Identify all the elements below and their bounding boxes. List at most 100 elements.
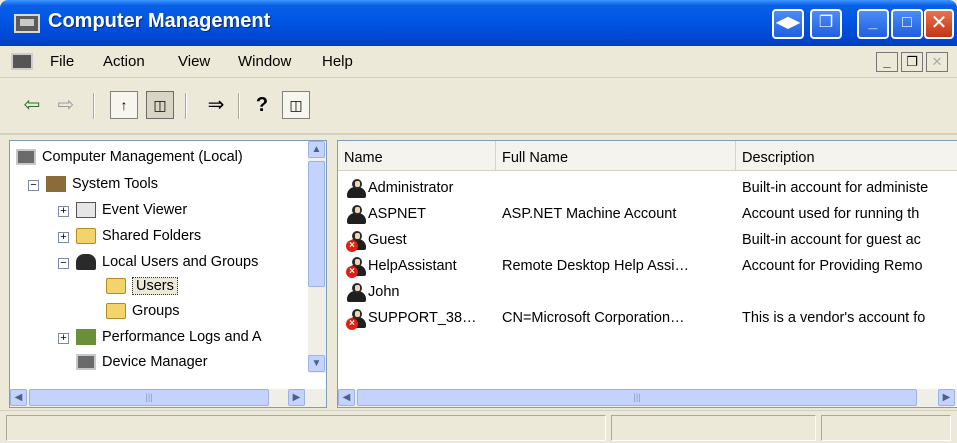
disabled-user-icon: × <box>346 309 366 330</box>
mdi-minimize-button[interactable]: _ <box>876 52 898 72</box>
menu-help[interactable]: Help <box>322 53 353 70</box>
up-one-level-icon[interactable]: ↑ <box>110 91 138 119</box>
cell-description: Built-in account for administe <box>742 180 929 196</box>
cell-name: SUPPORT_38… <box>368 310 477 326</box>
cell-name: Administrator <box>368 180 454 196</box>
show-hide-action-pane-icon[interactable]: ◫ <box>282 91 310 119</box>
window-title: Computer Management <box>48 10 271 32</box>
console-tree[interactable]: Computer Management (Local) − System Too… <box>9 140 327 408</box>
scroll-up-button[interactable]: ▲ <box>308 141 325 158</box>
list-header: Name Full Name Description <box>338 141 957 171</box>
mdi-close-button[interactable]: ✕ <box>926 52 948 72</box>
scroll-thumb[interactable] <box>308 161 325 287</box>
column-header-name[interactable]: Name <box>338 141 496 171</box>
status-bar <box>0 410 957 443</box>
tree-item-system-tools[interactable]: System Tools <box>46 172 158 196</box>
console-icon[interactable] <box>11 53 33 70</box>
tree-item-users[interactable]: Users <box>106 274 178 298</box>
scroll-left-button[interactable]: ◀ <box>10 389 27 406</box>
users-group-icon <box>76 254 96 271</box>
scroll-left-button[interactable]: ◀ <box>338 389 355 406</box>
cell-name: Guest <box>368 232 407 248</box>
maximize-button[interactable]: □ <box>891 9 923 39</box>
menu-bar: File Action View Window Help _ ❐ ✕ <box>0 46 957 78</box>
show-hide-tree-icon[interactable]: ◫ <box>146 91 174 119</box>
status-panel <box>821 415 951 441</box>
expand-shared-folders[interactable]: + <box>58 232 69 243</box>
tree-item-shared-folders[interactable]: Shared Folders <box>76 224 201 248</box>
column-header-description[interactable]: Description <box>736 141 957 171</box>
tree-item-device-manager[interactable]: Device Manager <box>76 350 208 374</box>
tree-item-computer-management[interactable]: Computer Management (Local) <box>16 145 243 169</box>
scroll-thumb[interactable]: ||| <box>357 389 917 406</box>
user-list[interactable]: Name Full Name Description Administrator… <box>337 140 957 408</box>
close-button[interactable]: ✕ <box>924 9 954 39</box>
device-manager-icon <box>76 354 96 371</box>
list-row[interactable]: ASPNET ASP.NET Machine Account Account use… <box>338 201 957 227</box>
computer-management-icon <box>14 14 40 33</box>
cell-name: John <box>368 284 400 300</box>
cell-name: HelpAssistant <box>368 258 457 274</box>
mdi-restore-button[interactable]: ❐ <box>901 52 923 72</box>
cell-description: Account for Providing Remo <box>742 258 923 274</box>
menu-file[interactable]: File <box>50 53 74 70</box>
collapse-system-tools[interactable]: − <box>28 180 39 191</box>
cell-name: ASPNET <box>368 206 427 222</box>
tree-vertical-scrollbar[interactable]: ▲ ▼ <box>308 141 326 373</box>
menu-window[interactable]: Window <box>238 53 291 70</box>
cell-full-name: CN=Microsoft Corporation… <box>502 310 685 326</box>
minimize-button[interactable]: _ <box>857 9 889 39</box>
scroll-right-button[interactable]: ▶ <box>288 389 305 406</box>
menu-action[interactable]: Action <box>103 53 145 70</box>
list-row[interactable]: × Guest Built-in account for guest ac <box>338 227 957 253</box>
folder-icon <box>106 278 126 295</box>
disabled-user-icon: × <box>346 231 366 252</box>
status-panel <box>6 415 606 441</box>
shared-folder-icon <box>76 228 96 245</box>
export-list-icon[interactable]: ⇒ <box>202 91 230 119</box>
toolbar-separator <box>185 93 187 119</box>
list-row[interactable]: John <box>338 279 957 305</box>
user-icon <box>346 283 366 302</box>
list-row[interactable]: × HelpAssistant Remote Desktop Help Assi… A… <box>338 253 957 279</box>
cell-description: Account used for running th <box>742 206 920 222</box>
collapse-local-users[interactable]: − <box>58 258 69 269</box>
folder-icon <box>106 303 126 320</box>
scroll-right-button[interactable]: ▶ <box>938 389 955 406</box>
scroll-down-button[interactable]: ▼ <box>308 355 325 372</box>
back-forward-icon[interactable]: ◀▶ <box>772 9 804 39</box>
list-horizontal-scrollbar[interactable]: ◀ ||| ▶ <box>338 389 957 407</box>
cell-full-name: Remote Desktop Help Assi… <box>502 258 689 274</box>
computer-icon <box>16 149 36 166</box>
disabled-user-icon: × <box>346 257 366 278</box>
tree-item-event-viewer[interactable]: Event Viewer <box>76 198 187 222</box>
list-row[interactable]: Administrator Built-in account for admini… <box>338 175 957 201</box>
tree-item-performance-logs[interactable]: Performance Logs and A <box>76 325 262 349</box>
list-row[interactable]: × SUPPORT_38… CN=Microsoft Corporation… Thi… <box>338 305 957 331</box>
back-arrow-icon[interactable]: ⇦ <box>18 91 46 119</box>
toolbar-separator <box>238 93 240 119</box>
event-viewer-icon <box>76 202 96 219</box>
status-panel <box>611 415 816 441</box>
performance-icon <box>76 329 96 346</box>
expand-performance-logs[interactable]: + <box>58 333 69 344</box>
title-bar[interactable]: Computer Management ◀▶ ❐ _ □ ✕ <box>0 0 957 46</box>
restore-icon[interactable]: ❐ <box>810 9 842 39</box>
expand-event-viewer[interactable]: + <box>58 206 69 217</box>
help-icon[interactable]: ? <box>248 91 276 119</box>
forward-arrow-icon[interactable]: ⇨ <box>52 91 80 119</box>
tree-item-groups[interactable]: Groups <box>106 299 180 323</box>
user-icon <box>346 205 366 224</box>
toolbar: ⇦ ⇨ ↑ ◫ ⇒ ? ◫ <box>0 79 957 135</box>
scroll-thumb[interactable]: ||| <box>29 389 269 406</box>
tree-horizontal-scrollbar[interactable]: ◀ ||| ▶ <box>10 389 326 407</box>
column-header-full-name[interactable]: Full Name <box>496 141 736 171</box>
cell-full-name: ASP.NET Machine Account <box>502 206 677 222</box>
cell-description: Built-in account for guest ac <box>742 232 921 248</box>
tools-icon <box>46 176 66 193</box>
menu-view[interactable]: View <box>178 53 210 70</box>
cell-description: This is a vendor's account fo <box>742 310 926 326</box>
user-icon <box>346 179 366 198</box>
tree-item-local-users-and-groups[interactable]: Local Users and Groups <box>76 250 258 274</box>
toolbar-separator <box>93 93 95 119</box>
